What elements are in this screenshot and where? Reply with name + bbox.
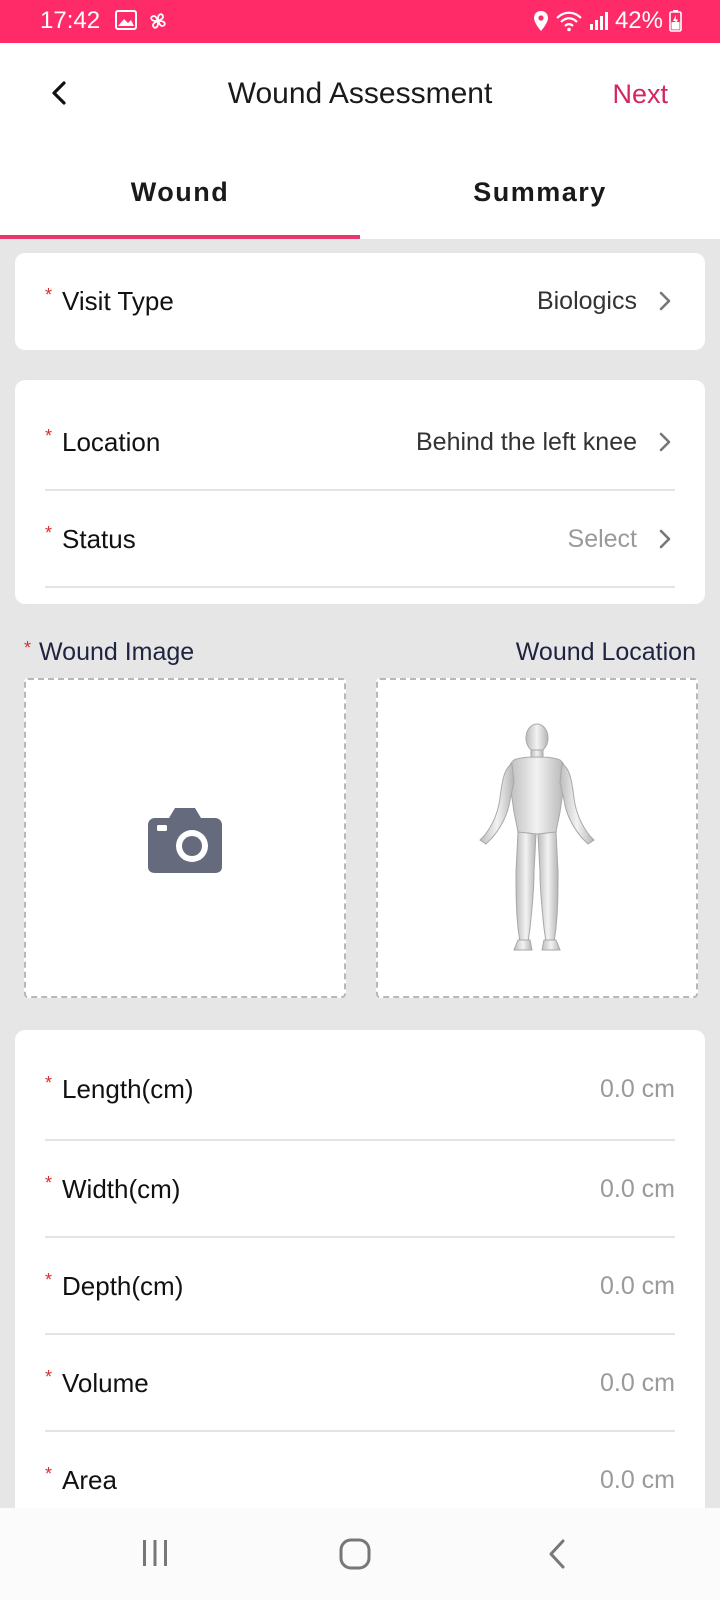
length-label-text: Length(cm): [62, 1073, 194, 1104]
status-label-text: Status: [62, 523, 136, 554]
wound-image-label: * Wound Image: [24, 638, 194, 667]
visit-type-value-text: Biologics: [536, 286, 637, 315]
required-asterisk: *: [45, 1269, 53, 1290]
pinwheel-icon: [150, 13, 166, 29]
location-status-card: * Location Behind the left knee * Status…: [15, 380, 705, 604]
location-value: Behind the left knee: [416, 428, 675, 457]
status-row[interactable]: * Status Select: [45, 491, 675, 587]
location-value-text: Behind the left knee: [416, 427, 637, 456]
wound-location-label: Wound Location: [515, 638, 696, 666]
area-input[interactable]: 0.0 cm: [600, 1466, 675, 1495]
location-label: * Location: [45, 425, 161, 458]
gallery-icon: [115, 10, 137, 30]
chevron-right-icon: [659, 529, 671, 549]
depth-row[interactable]: * Depth(cm) 0.0 cm: [45, 1238, 675, 1334]
visit-type-row[interactable]: * Visit Type Biologics: [45, 253, 675, 349]
length-input[interactable]: 0.0 cm: [600, 1075, 675, 1104]
required-asterisk: *: [45, 522, 53, 543]
required-asterisk: *: [45, 425, 53, 446]
divider: [45, 586, 675, 588]
wound-location-selector[interactable]: [376, 678, 698, 998]
length-row[interactable]: * Length(cm) 0.0 cm: [45, 1041, 675, 1137]
status-time: 17:42: [40, 7, 101, 34]
notification-icons: [115, 10, 169, 32]
chevron-right-icon: [659, 432, 671, 452]
status-placeholder: Select: [567, 524, 637, 553]
next-button[interactable]: Next: [612, 79, 668, 110]
required-asterisk: *: [45, 1072, 53, 1093]
chevron-right-icon: [659, 291, 671, 311]
required-asterisk: *: [45, 1366, 53, 1387]
camera-icon: [148, 808, 222, 873]
visit-type-value: Biologics: [537, 287, 675, 316]
depth-label-text: Depth(cm): [62, 1270, 184, 1301]
width-label-text: Width(cm): [62, 1173, 181, 1204]
depth-label: * Depth(cm): [45, 1269, 184, 1302]
location-label-text: Location: [62, 426, 161, 457]
battery-percent: 42%: [614, 7, 663, 34]
required-asterisk: *: [45, 284, 53, 305]
status-bar: 17:42 42%: [0, 0, 720, 43]
volume-label: * Volume: [45, 1366, 149, 1399]
status-value: Select: [568, 525, 675, 554]
app-header: Wound Assessment Next: [0, 43, 720, 147]
wifi-icon: [556, 11, 582, 32]
measurements-card: * Length(cm) 0.0 cm * Width(cm) 0.0 cm *…: [15, 1030, 705, 1508]
required-asterisk: *: [45, 1172, 53, 1193]
tab-bar: Wound Summary: [0, 147, 720, 239]
location-row[interactable]: * Location Behind the left knee: [45, 394, 675, 490]
wound-image-label-text: Wound Image: [39, 638, 195, 666]
tab-wound[interactable]: Wound: [0, 147, 360, 239]
system-nav-bar: [0, 1508, 720, 1600]
location-pin-icon: [533, 11, 548, 31]
area-label-text: Area: [62, 1464, 117, 1495]
status-label: * Status: [45, 522, 136, 555]
visit-type-label: * Visit Type: [45, 284, 174, 317]
wound-image-upload[interactable]: [24, 678, 346, 998]
home-icon[interactable]: [339, 1538, 371, 1570]
volume-label-text: Volume: [62, 1367, 149, 1398]
area-label: * Area: [45, 1463, 117, 1496]
width-label: * Width(cm): [45, 1172, 181, 1205]
back-nav-icon[interactable]: [545, 1538, 569, 1570]
length-label: * Length(cm): [45, 1072, 194, 1105]
battery-charging-icon: [669, 10, 682, 32]
required-asterisk: *: [24, 638, 32, 658]
tab-summary[interactable]: Summary: [360, 147, 720, 239]
visit-type-card: * Visit Type Biologics: [15, 253, 705, 350]
width-input[interactable]: 0.0 cm: [600, 1175, 675, 1204]
system-icons: 42%: [533, 7, 682, 35]
depth-input[interactable]: 0.0 cm: [600, 1272, 675, 1301]
body-figure-icon: [479, 723, 595, 951]
active-tab-indicator: [0, 235, 360, 239]
volume-input[interactable]: 0.0 cm: [600, 1369, 675, 1398]
signal-icon: [589, 12, 608, 30]
width-row[interactable]: * Width(cm) 0.0 cm: [45, 1141, 675, 1237]
visit-type-label-text: Visit Type: [62, 285, 174, 316]
recent-apps-icon[interactable]: [140, 1538, 170, 1568]
volume-row[interactable]: * Volume 0.0 cm: [45, 1335, 675, 1431]
required-asterisk: *: [45, 1463, 53, 1484]
